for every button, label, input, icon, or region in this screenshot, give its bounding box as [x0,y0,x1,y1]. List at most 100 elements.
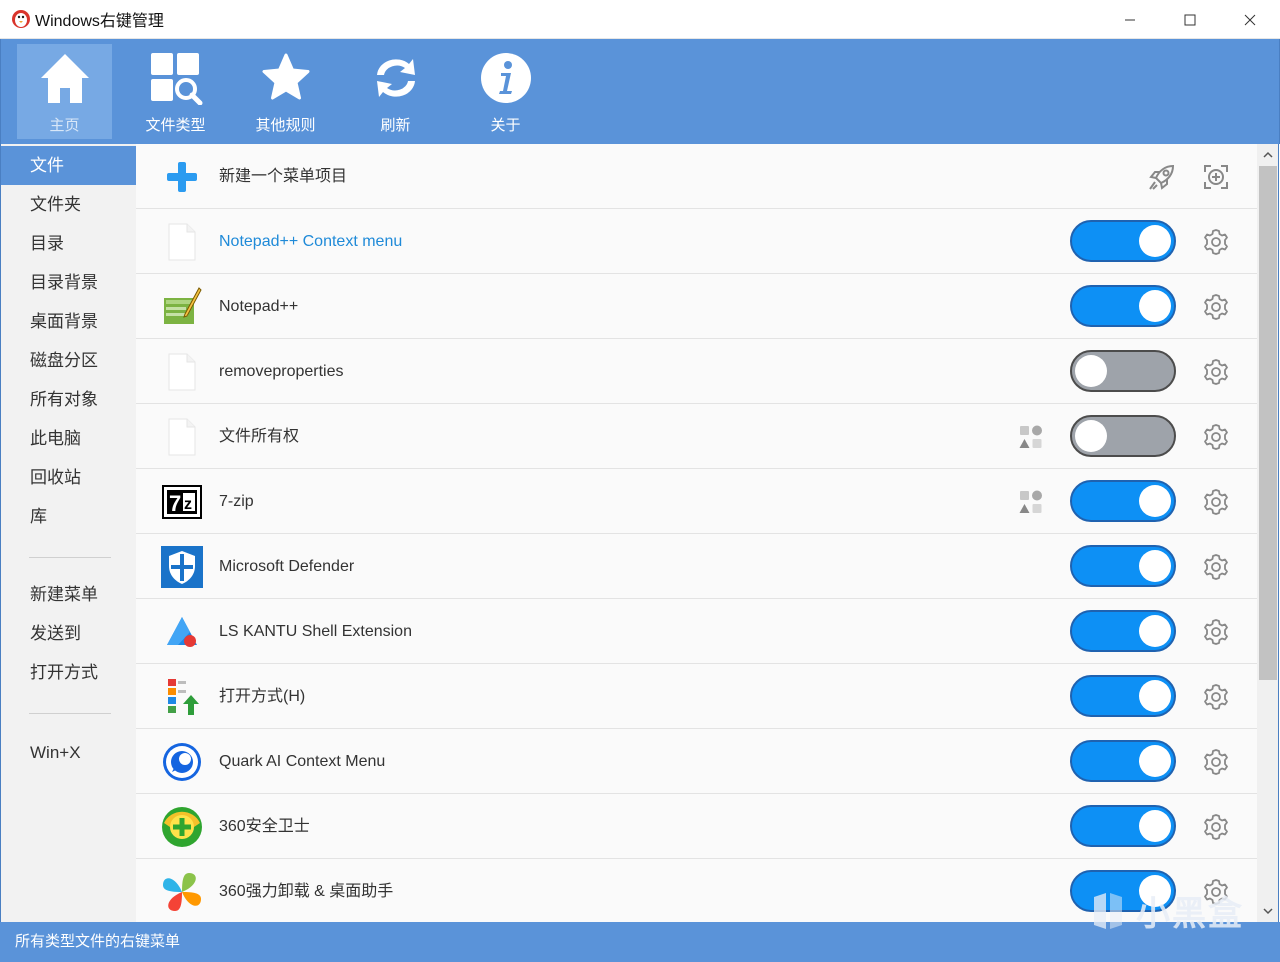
minimize-button[interactable] [1100,0,1160,39]
enable-toggle[interactable] [1070,610,1176,652]
defender-shield-icon [161,546,203,588]
list-item-label: Notepad++ Context menu [219,233,403,250]
add-circle-icon[interactable] [1202,163,1230,191]
new-menu-item-row[interactable]: 新建一个菜单项目 [136,144,1257,209]
sidebar-item-open-with[interactable]: 打开方式 [1,653,136,692]
scroll-thumb[interactable] [1259,166,1277,680]
list-item-label: 打开方式(H) [219,688,306,705]
sidebar-item-new-menu[interactable]: 新建菜单 [1,575,136,614]
file-types-icon [150,53,202,105]
list-item: Notepad++ Context menu [136,209,1257,274]
7zip-icon: 7 z [162,485,202,519]
sidebar-item-folder[interactable]: 文件夹 [1,185,136,224]
enable-toggle[interactable] [1070,480,1176,522]
enable-toggle[interactable] [1070,415,1176,457]
toolbar-about-button[interactable]: 关于 [458,44,553,139]
enable-toggle[interactable] [1070,285,1176,327]
open-with-icon [168,679,199,715]
svg-text:z: z [184,496,192,513]
home-icon [40,54,89,103]
enable-toggle[interactable] [1070,220,1176,262]
list-item: Microsoft Defender [136,534,1257,599]
toolbar-home-button[interactable]: 主页 [17,44,112,139]
gear-icon[interactable] [1202,423,1230,451]
watermark-logo-icon [1094,892,1122,929]
enable-toggle[interactable] [1070,350,1176,392]
close-button[interactable] [1220,0,1280,39]
add-plus-icon [167,162,197,192]
shapes-icon[interactable] [1018,489,1044,515]
list-item-label: 360强力卸载 & 桌面助手 [219,883,394,900]
scroll-down-button[interactable] [1257,900,1279,922]
list-item: 360安全卫士 [136,794,1257,859]
list-item-label: 文件所有权 [219,428,300,445]
blank-file-icon [168,353,196,391]
gear-icon[interactable] [1202,293,1230,321]
toolbar-refresh-label: 刷新 [380,117,411,134]
sidebar-item-directory[interactable]: 目录 [1,224,136,263]
quark-icon [163,743,201,781]
context-menu-list: 新建一个菜单项目 Notepad++ Context menu Notepad+… [136,144,1257,922]
scroll-up-button[interactable] [1257,144,1279,166]
list-item-label: Microsoft Defender [219,558,355,575]
enable-toggle[interactable] [1070,675,1176,717]
list-item: Quark AI Context Menu [136,729,1257,794]
gear-icon[interactable] [1202,358,1230,386]
maximize-button[interactable] [1160,0,1220,39]
360-safe-icon [162,807,202,847]
chevron-down-icon [1263,908,1273,915]
list-item: 7 z 7-zip [136,469,1257,534]
toolbar-other-rules-button[interactable]: 其他规则 [238,44,333,139]
sidebar: 文件 文件夹 目录 目录背景 桌面背景 磁盘分区 所有对象 此电脑 回收站 库 … [0,144,136,922]
list-scrollbar[interactable] [1257,144,1279,922]
enable-toggle[interactable] [1070,545,1176,587]
list-item: Notepad++ [136,274,1257,339]
toolbar-file-types-button[interactable]: 文件类型 [128,44,223,139]
gear-icon[interactable] [1202,553,1230,581]
gear-icon[interactable] [1202,488,1230,516]
svg-text:7: 7 [169,491,181,516]
window-title: Windows右键管理 [35,13,164,30]
sidebar-item-win-x[interactable]: Win+X [1,733,136,772]
main-toolbar: 主页 文件类型 其他规则 刷新 关于 [0,39,1280,144]
list-item-label: Quark AI Context Menu [219,753,386,770]
sidebar-item-library[interactable]: 库 [1,497,136,536]
rocket-icon[interactable] [1147,162,1177,192]
refresh-icon [376,59,415,97]
sidebar-divider [29,557,111,558]
sidebar-item-desktop-background[interactable]: 桌面背景 [1,302,136,341]
enable-toggle[interactable] [1070,740,1176,782]
star-icon [262,53,309,100]
status-text: 所有类型文件的右键菜单 [15,933,181,950]
gear-icon[interactable] [1202,683,1230,711]
watermark: 小黑盒 [1086,886,1244,935]
list-item-label: removeproperties [219,363,344,380]
toolbar-other-rules-label: 其他规则 [255,117,316,134]
sidebar-item-drive[interactable]: 磁盘分区 [1,341,136,380]
toolbar-home-label: 主页 [49,117,80,134]
sidebar-item-file[interactable]: 文件 [1,146,136,185]
sidebar-item-send-to[interactable]: 发送到 [1,614,136,653]
gear-icon[interactable] [1202,228,1230,256]
title-bar: Windows右键管理 [0,0,1280,39]
list-item: LS KANTU Shell Extension [136,599,1257,664]
list-item-label: Notepad++ [219,298,299,315]
gear-icon[interactable] [1202,748,1230,776]
sidebar-item-recycle-bin[interactable]: 回收站 [1,458,136,497]
blank-file-icon [168,223,196,261]
sidebar-item-directory-background[interactable]: 目录背景 [1,263,136,302]
shapes-icon[interactable] [1018,424,1044,450]
sidebar-divider [29,713,111,714]
toolbar-refresh-button[interactable]: 刷新 [348,44,443,139]
list-item: 打开方式(H) [136,664,1257,729]
360-uninstall-icon [163,873,201,911]
kantu-icon [167,617,197,647]
enable-toggle[interactable] [1070,805,1176,847]
new-menu-item-label: 新建一个菜单项目 [219,168,348,185]
list-item: 文件所有权 [136,404,1257,469]
gear-icon[interactable] [1202,618,1230,646]
gear-icon[interactable] [1202,813,1230,841]
sidebar-item-this-pc[interactable]: 此电脑 [1,419,136,458]
toolbar-about-label: 关于 [490,117,521,134]
sidebar-item-all-objects[interactable]: 所有对象 [1,380,136,419]
